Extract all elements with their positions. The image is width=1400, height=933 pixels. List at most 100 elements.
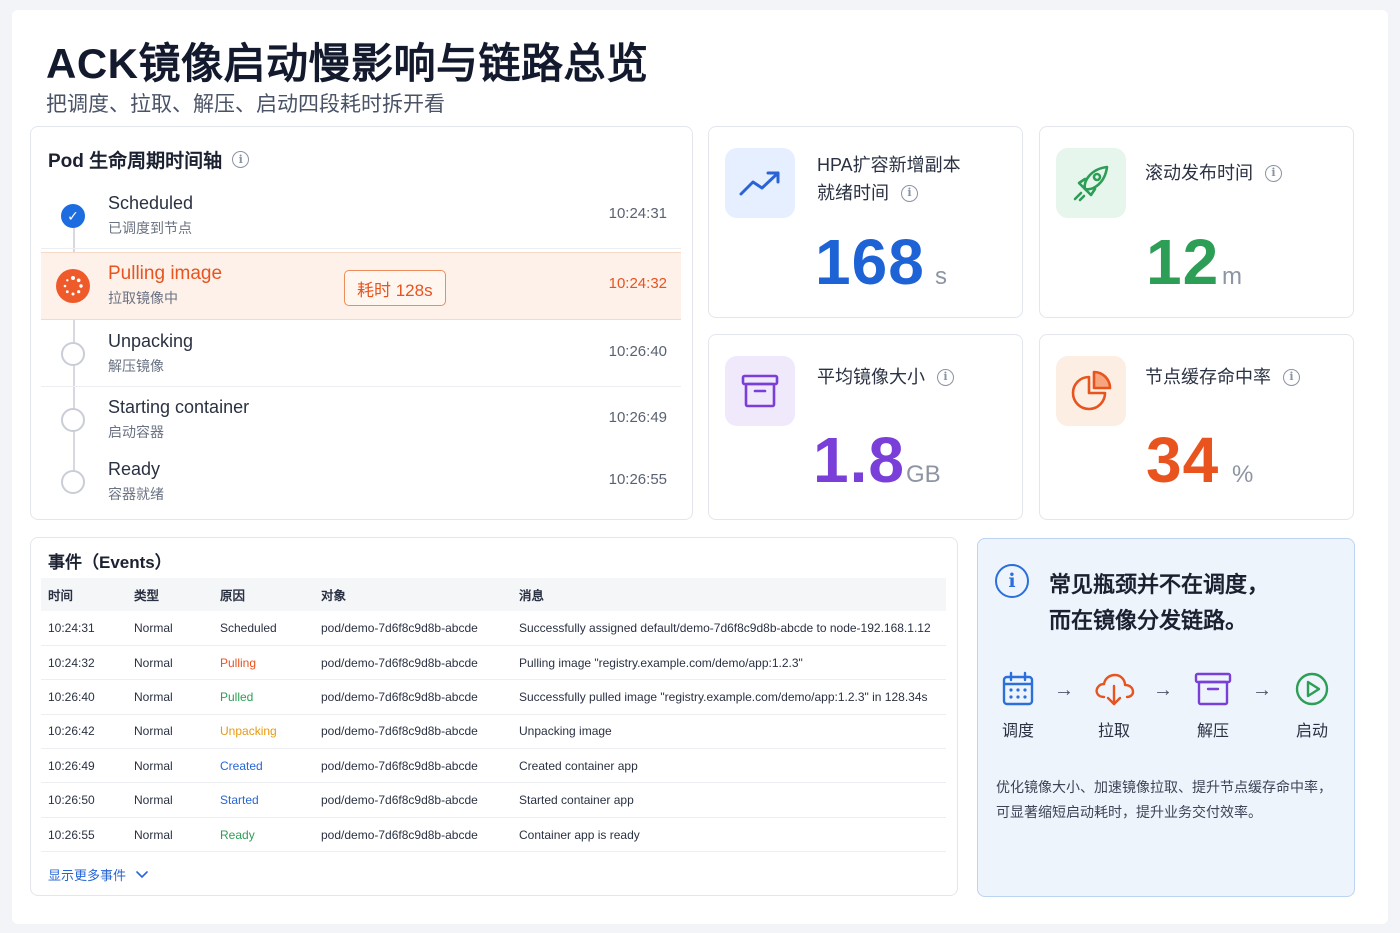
event-reason: Started <box>213 782 314 818</box>
chevron-down-icon <box>136 870 148 878</box>
event-reason: Ready <box>213 817 314 853</box>
info-icon[interactable]: i <box>901 184 918 202</box>
events-table: 时间 类型 原因 对象 消息 10:24:31 Normal Scheduled po… <box>41 578 946 853</box>
metric-label: HPA扩容新增副本 就绪时间 i <box>817 155 961 203</box>
flow-step-schedule: 调度 <box>986 669 1050 741</box>
step-time: 10:24:31 <box>608 205 667 222</box>
step-time: 10:26:49 <box>608 409 667 426</box>
table-row[interactable]: 10:26:49 Normal Created pod/demo-7d6f8c9d8b… <box>41 748 946 784</box>
page-subtitle: 把调度、拉取、解压、启动四段耗时拆开看 <box>46 93 445 116</box>
event-object: pod/demo-7d6f8c9d8b-abcde <box>314 645 512 681</box>
show-more-events-link[interactable]: 显示更多事件 <box>48 865 148 884</box>
events-card: 事件（Events） 时间 类型 原因 对象 消息 10:24:31 Normal… <box>30 537 958 896</box>
events-title: 事件（Events） <box>48 553 172 572</box>
metric-label: 平均镜像大小 i <box>817 363 954 391</box>
event-type: Normal <box>127 817 213 853</box>
timeline-step-ready[interactable]: Ready 容器就绪 10:26:55 <box>41 449 681 515</box>
metric-value: 168 <box>815 226 925 298</box>
event-object: pod/demo-7d6f8c9d8b-abcde <box>314 611 512 646</box>
metric-card-image-size: 平均镜像大小 i 1.8 GB <box>708 334 1023 520</box>
flow-step-unpack: 解压 <box>1181 669 1245 741</box>
info-icon[interactable]: i <box>232 151 250 168</box>
column-header[interactable]: 消息 <box>512 578 946 611</box>
step-desc: 解压镜像 <box>108 358 164 374</box>
flow-step-label: 拉取 <box>1097 723 1130 740</box>
step-name: Starting container <box>108 397 250 417</box>
step-name: Pulling image <box>108 263 223 284</box>
step-time: 10:24:32 <box>608 275 667 292</box>
step-desc: 拉取镜像中 <box>108 290 178 306</box>
flow-step-label: 解压 <box>1196 723 1229 740</box>
metric-label: 节点缓存命中率 i <box>1145 363 1300 391</box>
event-object: pod/demo-7d6f8c9d8b-abcde <box>314 679 512 715</box>
timeline-step-scheduled[interactable]: ✓ Scheduled 已调度到节点 10:24:31 <box>41 183 681 249</box>
column-header[interactable]: 对象 <box>314 578 512 611</box>
step-name: Ready <box>108 459 161 479</box>
step-desc: 启动容器 <box>108 424 164 440</box>
metric-unit: s <box>935 263 947 290</box>
event-object: pod/demo-7d6f8c9d8b-abcde <box>314 782 512 818</box>
event-type: Normal <box>127 748 213 784</box>
insight-text: 优化镜像大小、加速镜像拉取、提升节点缓存命中率，可显著缩短启动耗时，提升业务交付… <box>996 779 1332 820</box>
metric-card-hpa: HPA扩容新增副本 就绪时间 i 168 s <box>708 126 1023 318</box>
flow-step-pull: 拉取 <box>1082 669 1146 741</box>
pending-circle-icon <box>61 470 85 494</box>
event-reason: Pulled <box>213 679 314 715</box>
timeline-step-starting[interactable]: Starting container 启动容器 10:26:49 <box>41 387 681 453</box>
step-desc: 容器就绪 <box>108 486 164 502</box>
event-reason: Unpacking <box>213 714 314 750</box>
step-name: Scheduled <box>108 193 194 213</box>
event-time: 10:26:50 <box>41 782 127 818</box>
table-row[interactable]: 10:24:32 Normal Pulling pod/demo-7d6f8c9d8b… <box>41 645 946 681</box>
timeline-title: Pod 生命周期时间轴 <box>48 151 223 172</box>
flow-step-label: 启动 <box>1295 723 1328 740</box>
table-row[interactable]: 10:26:55 Normal Ready pod/demo-7d6f8c9d8b-a… <box>41 817 946 853</box>
table-row[interactable]: 10:26:40 Normal Pulled pod/demo-7d6f8c9d8b-… <box>41 679 946 715</box>
event-time: 10:26:49 <box>41 748 127 784</box>
info-icon[interactable]: i <box>1283 368 1300 386</box>
loading-spinner-icon <box>56 269 90 303</box>
calendar-icon <box>986 669 1050 709</box>
archive-box-icon <box>1181 669 1245 709</box>
table-row[interactable]: 10:26:50 Normal Started pod/demo-7d6f8c9d8b… <box>41 782 946 818</box>
column-header[interactable]: 原因 <box>213 578 314 611</box>
event-time: 10:26:42 <box>41 714 127 750</box>
event-type: Normal <box>127 782 213 818</box>
event-time: 10:24:32 <box>41 645 127 681</box>
arrow-right-icon: → <box>1153 679 1173 701</box>
column-header[interactable]: 类型 <box>127 578 213 611</box>
step-desc: 已调度到节点 <box>108 220 192 236</box>
event-time: 10:26:40 <box>41 679 127 715</box>
table-row[interactable]: 10:24:31 Normal Scheduled pod/demo-7d6f8c9d… <box>41 611 946 646</box>
table-header-row: 时间 类型 原因 对象 消息 <box>41 578 946 611</box>
timeline-step-unpacking[interactable]: Unpacking 解压镜像 10:26:40 <box>41 321 681 387</box>
pod-lifecycle-card: Pod 生命周期时间轴 i ✓ Scheduled 已调度到节点 10:24:3… <box>30 126 693 520</box>
metric-card-rolling: 滚动发布时间 i 12 m <box>1039 126 1354 318</box>
timeline-step-pulling[interactable]: Pulling image 拉取镜像中 耗时 128s 10:24:32 <box>41 252 681 320</box>
info-circle-icon: i <box>995 564 1029 598</box>
column-header[interactable]: 时间 <box>41 578 127 611</box>
event-message: Successfully pulled image "registry.exam… <box>512 679 946 715</box>
table-row[interactable]: 10:26:42 Normal Unpacking pod/demo-7d6f8c9d… <box>41 714 946 750</box>
info-icon[interactable]: i <box>937 368 954 386</box>
check-icon: ✓ <box>61 204 85 228</box>
event-object: pod/demo-7d6f8c9d8b-abcde <box>314 817 512 853</box>
rocket-icon <box>1056 148 1126 218</box>
metric-value: 12 <box>1146 226 1220 298</box>
event-type: Normal <box>127 714 213 750</box>
page: ACK镜像启动慢影响与链路总览 把调度、拉取、解压、启动四段耗时拆开看 Pod … <box>12 10 1388 924</box>
event-message: Container app is ready <box>512 817 946 853</box>
event-message: Unpacking image <box>512 714 946 750</box>
event-object: pod/demo-7d6f8c9d8b-abcde <box>314 748 512 784</box>
metric-value: 1.8 <box>813 424 905 496</box>
event-object: pod/demo-7d6f8c9d8b-abcde <box>314 714 512 750</box>
metric-card-cache-hit: 节点缓存命中率 i 34 % <box>1039 334 1354 520</box>
pending-circle-icon <box>61 342 85 366</box>
flow-step-start: 启动 <box>1280 669 1344 741</box>
info-icon[interactable]: i <box>1265 164 1282 182</box>
event-message: Created container app <box>512 748 946 784</box>
event-type: Normal <box>127 645 213 681</box>
metric-label: 滚动发布时间 i <box>1145 159 1282 187</box>
event-reason: Scheduled <box>213 611 314 646</box>
metric-value: 34 <box>1146 424 1220 496</box>
